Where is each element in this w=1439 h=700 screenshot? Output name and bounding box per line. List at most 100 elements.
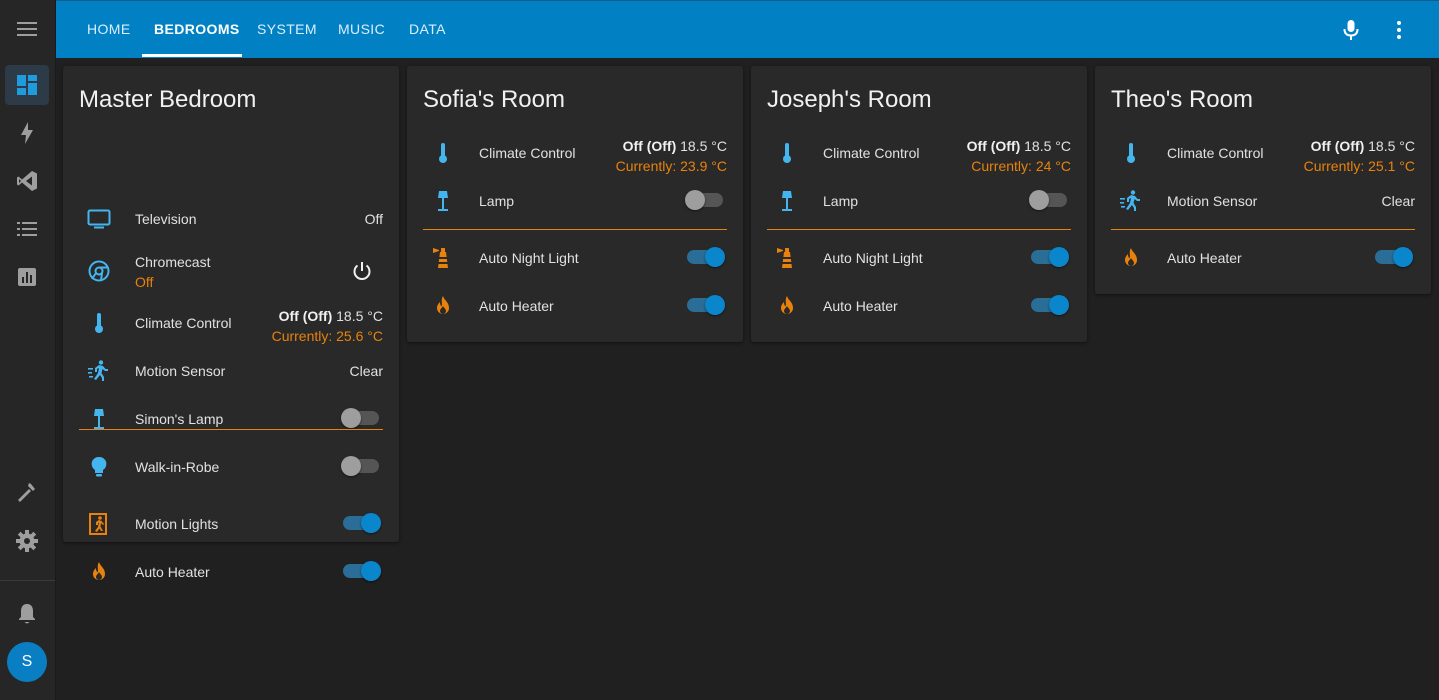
entity-row-climate-control[interactable]: Climate Control Off (Off) 18.5 °C Curren…: [407, 133, 743, 176]
toggle-switch[interactable]: [687, 295, 725, 315]
lightning-icon: [21, 122, 33, 144]
toggle-switch[interactable]: [1031, 247, 1069, 267]
toggle-switch[interactable]: [1375, 247, 1413, 267]
entity-row-climate-control[interactable]: Climate Control Off (Off) 18.5 °C Curren…: [63, 303, 399, 344]
tab-label: DATA: [409, 21, 446, 37]
more-options-button[interactable]: [1387, 18, 1411, 42]
menu-button[interactable]: [5, 9, 49, 49]
toggle-switch[interactable]: [343, 513, 381, 533]
toggle-switch[interactable]: [1031, 295, 1069, 315]
fire-icon: [437, 296, 449, 314]
avatar-initial: S: [21, 653, 33, 670]
entity-name: Chromecast: [135, 254, 211, 270]
entity-row-motion-sensor[interactable]: Motion Sensor Clear: [63, 351, 399, 391]
floor-lamp-icon: [438, 191, 448, 211]
tab-label: SYSTEM: [257, 21, 317, 37]
card-title: Joseph's Room: [767, 86, 932, 113]
entity-state: Off: [364, 211, 383, 227]
entity-row-auto-heater[interactable]: Auto Heater: [407, 286, 743, 326]
tab-music[interactable]: MUSIC: [338, 1, 385, 57]
entity-name: Motion Sensor: [1167, 193, 1258, 209]
entity-name: Auto Heater: [1167, 250, 1242, 266]
climate-state: Off (Off) 18.5 °C Currently: 23.9 °C: [616, 136, 727, 176]
section-divider: [423, 229, 727, 230]
sidebar-item-overview[interactable]: [5, 65, 49, 105]
voice-button[interactable]: [1339, 18, 1363, 42]
fire-icon: [1125, 248, 1137, 266]
toggle-switch[interactable]: [1029, 190, 1067, 210]
motion-sensor-icon: [1120, 190, 1140, 211]
section-divider: [1111, 229, 1415, 230]
entity-row-chromecast[interactable]: Chromecast Off: [63, 251, 399, 291]
motion-lights-icon: [89, 513, 107, 535]
climate-state: Off (Off) 18.5 °C Currently: 25.1 °C: [1304, 136, 1415, 176]
entity-row-auto-heater[interactable]: Auto Heater: [63, 552, 399, 592]
lighthouse-icon: [777, 248, 792, 268]
list-icon: [17, 222, 37, 236]
entity-row-walk-in-robe[interactable]: Walk-in-Robe: [63, 447, 399, 487]
entity-row-climate-control[interactable]: Climate Control Off (Off) 18.5 °C Curren…: [751, 133, 1087, 176]
entity-row-lamp[interactable]: Lamp: [407, 181, 743, 221]
entity-row-lamp[interactable]: Lamp: [751, 181, 1087, 221]
avatar[interactable]: S: [7, 642, 47, 682]
entity-row-motion-lights[interactable]: Motion Lights: [63, 504, 399, 544]
toggle-switch[interactable]: [685, 190, 723, 210]
climate-current: Currently: 25.1 °C: [1303, 158, 1415, 174]
entity-row-television[interactable]: Television Off: [63, 199, 399, 239]
entity-row-motion-sensor[interactable]: Motion Sensor Clear: [1095, 181, 1431, 221]
top-bar: HOME BEDROOMS SYSTEM MUSIC DATA: [56, 0, 1439, 58]
entity-row-simons-lamp[interactable]: Simon's Lamp: [63, 399, 399, 439]
card-josephs-room: Joseph's Room Climate Control Off (Off) …: [751, 66, 1087, 342]
entity-name: Lamp: [479, 193, 515, 209]
power-button[interactable]: [351, 260, 373, 282]
thermometer-icon: [439, 143, 447, 163]
menu-icon: [17, 22, 37, 36]
sidebar-item-notifications[interactable]: [5, 594, 49, 634]
climate-target: 18.5 °C: [680, 138, 727, 154]
entity-state: Clear: [349, 363, 383, 379]
sidebar-item-energy[interactable]: [5, 113, 49, 153]
tab-system[interactable]: SYSTEM: [257, 1, 317, 57]
toggle-switch[interactable]: [687, 247, 725, 267]
sidebar-item-developer-tools[interactable]: [5, 473, 49, 513]
sidebar-item-code[interactable]: [5, 161, 49, 201]
sidebar-divider: [0, 580, 55, 581]
entity-name: Climate Control: [135, 315, 232, 331]
climate-target: 18.5 °C: [1368, 138, 1415, 154]
entity-row-auto-heater[interactable]: Auto Heater: [1095, 238, 1431, 278]
toggle-switch[interactable]: [341, 456, 379, 476]
entity-row-auto-night-light[interactable]: Auto Night Light: [407, 238, 743, 278]
sidebar-item-settings[interactable]: [5, 521, 49, 561]
tab-home[interactable]: HOME: [87, 1, 131, 57]
sidebar-item-logbook[interactable]: [5, 209, 49, 249]
entity-name: Auto Heater: [135, 564, 210, 580]
card-title: Master Bedroom: [79, 86, 257, 113]
toggle-switch[interactable]: [343, 561, 381, 581]
card-title: Theo's Room: [1111, 86, 1253, 113]
climate-target: 18.5 °C: [336, 308, 383, 324]
tab-data[interactable]: DATA: [409, 1, 446, 57]
floor-lamp-icon: [782, 191, 792, 211]
climate-target: 18.5 °C: [1024, 138, 1071, 154]
hammer-icon: [18, 483, 35, 502]
entity-name: Climate Control: [823, 145, 920, 161]
tab-bedrooms[interactable]: BEDROOMS: [154, 1, 240, 57]
entity-row-auto-heater[interactable]: Auto Heater: [751, 286, 1087, 326]
lightbulb-icon: [91, 456, 107, 477]
climate-current: Currently: 24 °C: [971, 158, 1071, 174]
entity-row-auto-night-light[interactable]: Auto Night Light: [751, 238, 1087, 278]
entity-row-climate-control[interactable]: Climate Control Off (Off) 18.5 °C Curren…: [1095, 133, 1431, 176]
card-master-bedroom: Master Bedroom Television Off Chromecast…: [63, 66, 399, 581]
climate-state: Off (Off) 18.5 °C Currently: 24 °C: [967, 136, 1071, 176]
climate-mode: Off (Off): [1310, 138, 1365, 154]
fire-icon: [93, 562, 105, 580]
floor-lamp-icon: [94, 409, 104, 429]
climate-current: Currently: 23.9 °C: [615, 158, 727, 174]
dashboard-icon: [17, 75, 37, 95]
entity-name: Auto Heater: [823, 298, 898, 314]
sidebar-item-history[interactable]: [5, 257, 49, 297]
entity-name: Walk-in-Robe: [135, 459, 220, 475]
toggle-switch[interactable]: [341, 408, 379, 428]
microphone-icon: [1343, 20, 1359, 40]
entity-name: Auto Heater: [479, 298, 554, 314]
